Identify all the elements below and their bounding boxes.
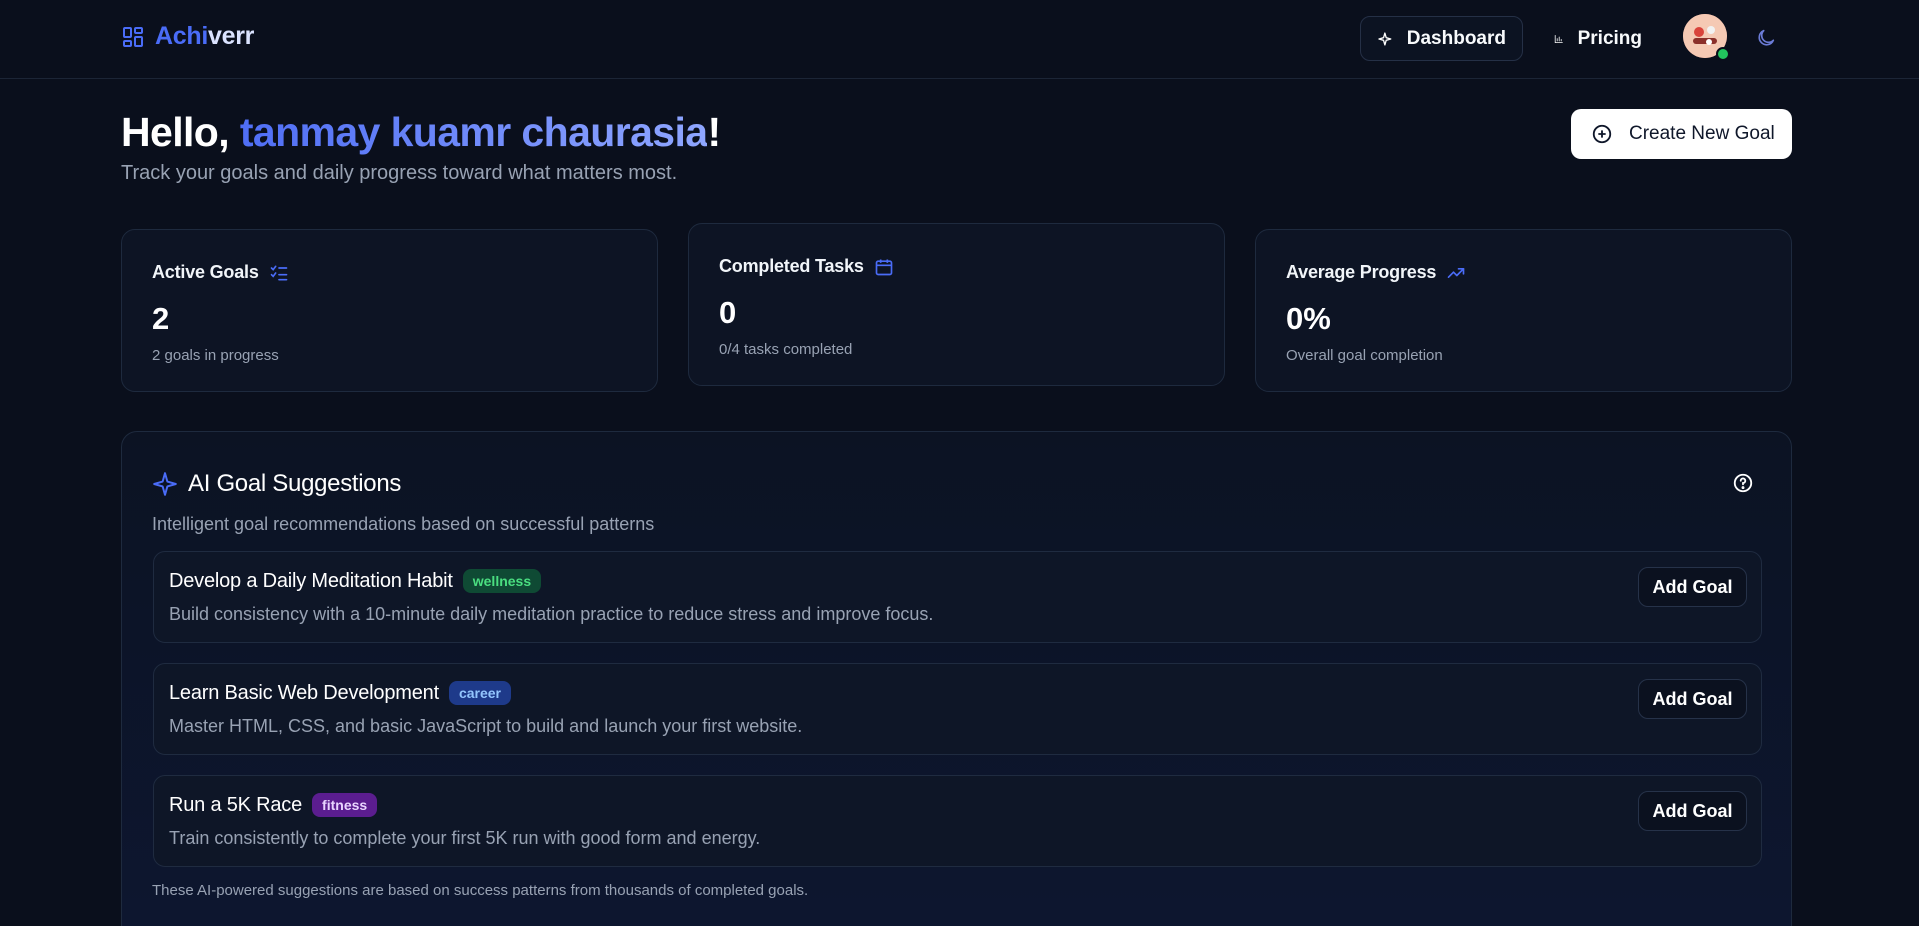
stat-value: 0 [719, 295, 737, 330]
suggestion-description: Train consistently to complete your firs… [169, 828, 761, 848]
sparkle-icon [153, 472, 177, 496]
stat-title: Completed Tasks [719, 256, 864, 276]
brand-name: Achiverr [155, 22, 255, 50]
user-name: tanmay kuamr chaurasia [239, 109, 708, 155]
page-subtitle: Track your goals and daily progress towa… [121, 162, 678, 184]
add-goal-button[interactable]: Add Goal [1638, 567, 1747, 607]
suggestion-description: Master HTML, CSS, and basic JavaScript t… [169, 716, 803, 736]
stat-value: 0% [1286, 301, 1331, 336]
suggestion-card: Run a 5K Race fitness Train consistently… [153, 775, 1762, 867]
moon-icon[interactable] [1755, 27, 1777, 49]
bar-chart-icon [1554, 34, 1563, 43]
create-new-goal-label: Create New Goal [1629, 123, 1775, 144]
suggestion-title: Learn Basic Web Development [169, 681, 439, 704]
add-goal-button[interactable]: Add Goal [1638, 791, 1747, 831]
stat-description: 0/4 tasks completed [719, 341, 853, 358]
brand[interactable]: Achiverr [121, 22, 254, 51]
stat-title: Average Progress [1286, 262, 1437, 282]
ai-suggestions-panel: AI Goal Suggestions Intelligent goal rec… [121, 431, 1792, 926]
stat-card-active-goals: Active Goals 2 2 goals in progress [121, 229, 658, 392]
user-avatar[interactable] [1683, 14, 1730, 61]
ai-suggestions-footnote: These AI-powered suggestions are based o… [152, 882, 809, 899]
plus-circle-icon [1592, 124, 1612, 144]
nav-dashboard-label: Dashboard [1406, 27, 1506, 49]
grid-layout-icon [123, 26, 143, 47]
suggestion-description: Build consistency with a 10-minute daily… [169, 604, 934, 624]
suggestion-card: Learn Basic Web Development career Maste… [153, 663, 1762, 755]
stat-description: Overall goal completion [1286, 347, 1443, 364]
list-checks-icon [270, 265, 287, 280]
ai-suggestions-title: AI Goal Suggestions [188, 470, 402, 497]
category-badge: career [448, 681, 511, 705]
help-circle-icon[interactable] [1732, 472, 1754, 494]
stat-description: 2 goals in progress [152, 347, 279, 364]
category-badge: wellness [462, 569, 542, 593]
page-title: Hello, tanmay kuamr chaurasia! [121, 109, 721, 155]
calendar-icon [875, 259, 893, 275]
create-new-goal-button[interactable]: Create New Goal [1571, 109, 1792, 159]
top-navbar: Achiverr Dashboard Pricing [0, 0, 1919, 79]
online-status-dot [1716, 47, 1730, 61]
add-goal-button[interactable]: Add Goal [1638, 679, 1747, 719]
sparkle-icon [1378, 31, 1392, 46]
nav-dashboard-button[interactable]: Dashboard [1360, 16, 1523, 61]
stat-card-completed-tasks: Completed Tasks 0 0/4 tasks completed [688, 223, 1225, 386]
suggestion-card: Develop a Daily Meditation Habit wellnes… [153, 551, 1762, 643]
ai-suggestions-subtitle: Intelligent goal recommendations based o… [152, 514, 655, 534]
stat-value: 2 [152, 301, 170, 336]
nav-pricing-label: Pricing [1577, 27, 1642, 49]
category-badge: fitness [312, 793, 378, 817]
trending-up-icon [1447, 267, 1465, 278]
nav-pricing-button[interactable]: Pricing [1538, 16, 1658, 61]
stat-card-average-progress: Average Progress 0% Overall goal complet… [1255, 229, 1792, 392]
suggestion-title: Run a 5K Race [169, 793, 303, 816]
stat-title: Active Goals [152, 262, 259, 282]
suggestion-title: Develop a Daily Meditation Habit [169, 569, 453, 592]
